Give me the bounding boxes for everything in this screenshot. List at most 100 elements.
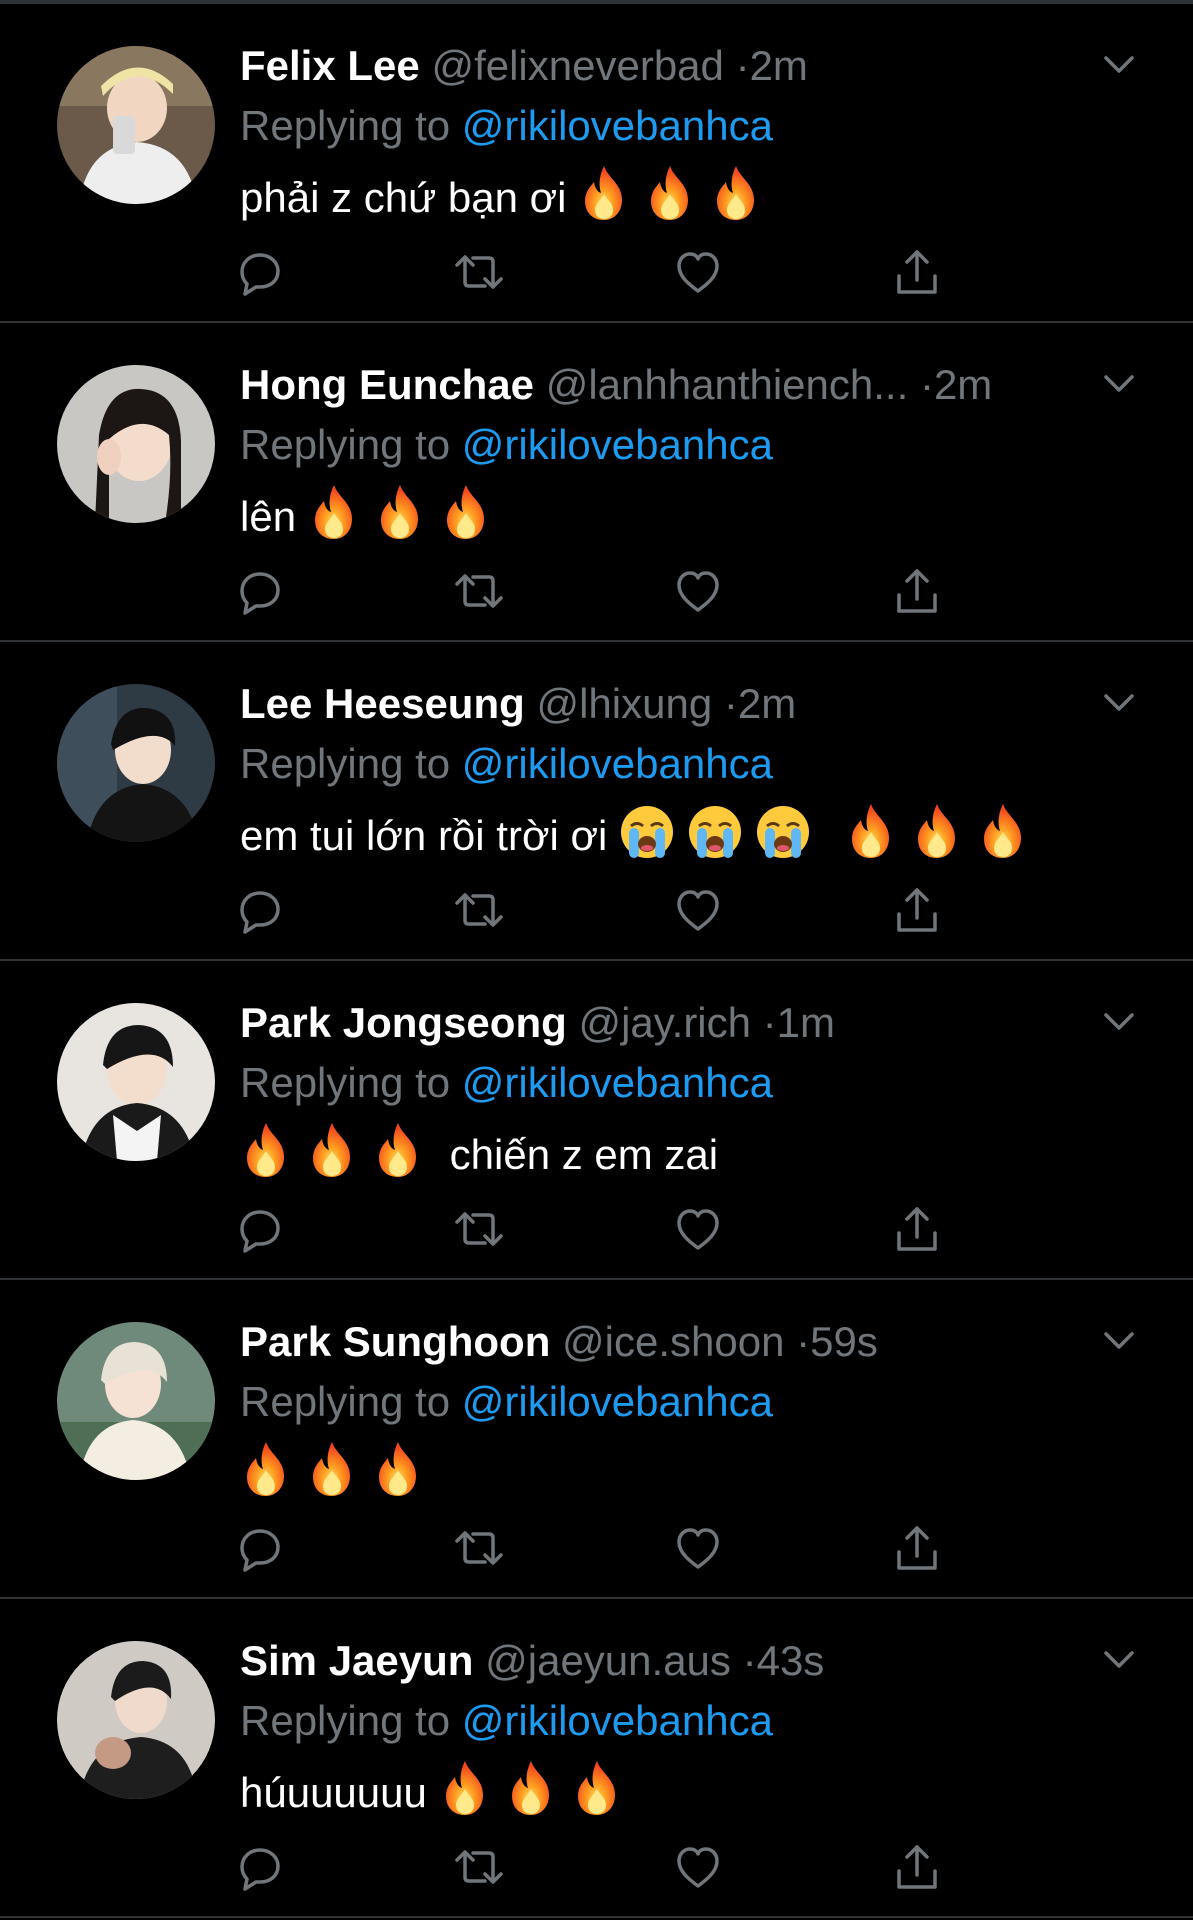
replying-to: Replying to @rikilovebanhca xyxy=(240,96,773,156)
mention-link[interactable]: @rikilovebanhca xyxy=(462,1059,773,1106)
tweet-body-text: húuuuuuu xyxy=(240,1769,427,1816)
timestamp[interactable]: 2m xyxy=(750,42,808,89)
share-icon[interactable] xyxy=(889,563,945,619)
fire-emoji-icon xyxy=(845,802,897,860)
fire-emoji-icon xyxy=(505,1759,557,1817)
fire-emoji-icon xyxy=(374,483,426,541)
chevron-down-icon[interactable] xyxy=(1098,1005,1140,1039)
timestamp[interactable]: 43s xyxy=(757,1637,825,1684)
fire-emoji-icon xyxy=(911,802,963,860)
retweet-icon[interactable] xyxy=(451,244,507,300)
timestamp[interactable]: 2m xyxy=(934,361,992,408)
tweet-actions xyxy=(240,1520,960,1576)
like-icon[interactable] xyxy=(670,1201,726,1257)
like-icon[interactable] xyxy=(670,1839,726,1895)
separator-dot: · xyxy=(796,1318,811,1365)
like-icon[interactable] xyxy=(670,244,726,300)
user-handle[interactable]: @felixneverbad xyxy=(431,42,723,89)
reply-icon[interactable] xyxy=(232,882,288,938)
replying-to: Replying to @rikilovebanhca xyxy=(240,1372,773,1432)
tweet-body-text: em tui lớn rồi trời ơi xyxy=(240,812,608,859)
chevron-down-icon[interactable] xyxy=(1098,48,1140,82)
separator-dot: · xyxy=(919,361,934,408)
display-name[interactable]: Park Sunghoon xyxy=(240,1318,550,1365)
reply-icon[interactable] xyxy=(232,563,288,619)
avatar[interactable] xyxy=(57,684,215,842)
fire-emoji-icon xyxy=(578,164,630,222)
retweet-icon[interactable] xyxy=(451,882,507,938)
replying-prefix: Replying to xyxy=(240,740,451,787)
avatar[interactable] xyxy=(57,46,215,204)
fire-emoji-icon xyxy=(240,1121,292,1179)
display-name[interactable]: Hong Eunchae xyxy=(240,361,534,408)
reply-icon[interactable] xyxy=(232,1201,288,1257)
replying-prefix: Replying to xyxy=(240,1059,451,1106)
tweet[interactable]: Park Sunghoon @ice.shoon ·59s Replying t… xyxy=(0,1280,1193,1599)
tweet-header: Lee Heeseung @lhixung ·2m xyxy=(240,672,1090,736)
fire-emoji-icon xyxy=(440,483,492,541)
retweet-icon[interactable] xyxy=(451,1201,507,1257)
user-handle[interactable]: @lhixung xyxy=(536,680,712,727)
fire-emoji-icon xyxy=(306,1121,358,1179)
chevron-down-icon[interactable] xyxy=(1098,1324,1140,1358)
tweet[interactable]: Park Jongseong @jay.rich ·1m Replying to… xyxy=(0,961,1193,1280)
tweet[interactable]: Hong Eunchae @lanhhanthiench... ·2m Repl… xyxy=(0,323,1193,642)
share-icon[interactable] xyxy=(889,244,945,300)
retweet-icon[interactable] xyxy=(451,1520,507,1576)
share-icon[interactable] xyxy=(889,1839,945,1895)
crying-emoji-icon xyxy=(755,804,811,860)
timestamp[interactable]: 1m xyxy=(777,999,835,1046)
tweet-header: Felix Lee @felixneverbad ·2m xyxy=(240,34,1090,98)
tweet[interactable]: Lee Heeseung @lhixung ·2m Replying to @r… xyxy=(0,642,1193,961)
retweet-icon[interactable] xyxy=(451,563,507,619)
user-handle[interactable]: @ice.shoon xyxy=(562,1318,784,1365)
timestamp[interactable]: 59s xyxy=(810,1318,878,1365)
crying-emoji-icon xyxy=(619,804,675,860)
tweet[interactable]: Felix Lee @felixneverbad ·2m Replying to… xyxy=(0,4,1193,323)
chevron-down-icon[interactable] xyxy=(1098,1643,1140,1677)
tweet-body-text: chiến z em zai xyxy=(449,1131,719,1178)
mention-link[interactable]: @rikilovebanhca xyxy=(462,102,773,149)
mention-link[interactable]: @rikilovebanhca xyxy=(462,421,773,468)
replying-to: Replying to @rikilovebanhca xyxy=(240,415,773,475)
reply-icon[interactable] xyxy=(232,244,288,300)
tweet-text: chiến z em zai xyxy=(240,1117,718,1193)
tweet[interactable]: Sim Jaeyun @jaeyun.aus ·43s Replying to … xyxy=(0,1599,1193,1918)
mention-link[interactable]: @rikilovebanhca xyxy=(462,1697,773,1744)
like-icon[interactable] xyxy=(670,563,726,619)
fire-emoji-icon xyxy=(710,164,762,222)
user-handle[interactable]: @jaeyun.aus xyxy=(485,1637,731,1684)
avatar[interactable] xyxy=(57,365,215,523)
mention-link[interactable]: @rikilovebanhca xyxy=(462,1378,773,1425)
retweet-icon[interactable] xyxy=(451,1839,507,1895)
reply-icon[interactable] xyxy=(232,1520,288,1576)
share-icon[interactable] xyxy=(889,1201,945,1257)
mention-link[interactable]: @rikilovebanhca xyxy=(462,740,773,787)
share-icon[interactable] xyxy=(889,882,945,938)
avatar[interactable] xyxy=(57,1322,215,1480)
display-name[interactable]: Park Jongseong xyxy=(240,999,567,1046)
display-name[interactable]: Sim Jaeyun xyxy=(240,1637,473,1684)
tweet-text: phải z chứ bạn ơi xyxy=(240,160,776,236)
tweet-actions xyxy=(240,882,960,938)
chevron-down-icon[interactable] xyxy=(1098,367,1140,401)
avatar[interactable] xyxy=(57,1641,215,1799)
separator-dot: · xyxy=(723,680,738,727)
display-name[interactable]: Lee Heeseung xyxy=(240,680,525,727)
tweet-actions xyxy=(240,1839,960,1895)
reply-icon[interactable] xyxy=(232,1839,288,1895)
tweet-text: em tui lớn rồi trời ơi xyxy=(240,798,1043,874)
user-handle[interactable]: @jay.rich xyxy=(578,999,751,1046)
timestamp[interactable]: 2m xyxy=(738,680,796,727)
replying-prefix: Replying to xyxy=(240,102,451,149)
display-name[interactable]: Felix Lee xyxy=(240,42,420,89)
fire-emoji-icon xyxy=(240,1440,292,1498)
separator-dot: · xyxy=(735,42,750,89)
chevron-down-icon[interactable] xyxy=(1098,686,1140,720)
user-handle[interactable]: @lanhhanthiench... xyxy=(546,361,909,408)
replying-to: Replying to @rikilovebanhca xyxy=(240,1053,773,1113)
like-icon[interactable] xyxy=(670,1520,726,1576)
avatar[interactable] xyxy=(57,1003,215,1161)
like-icon[interactable] xyxy=(670,882,726,938)
share-icon[interactable] xyxy=(889,1520,945,1576)
